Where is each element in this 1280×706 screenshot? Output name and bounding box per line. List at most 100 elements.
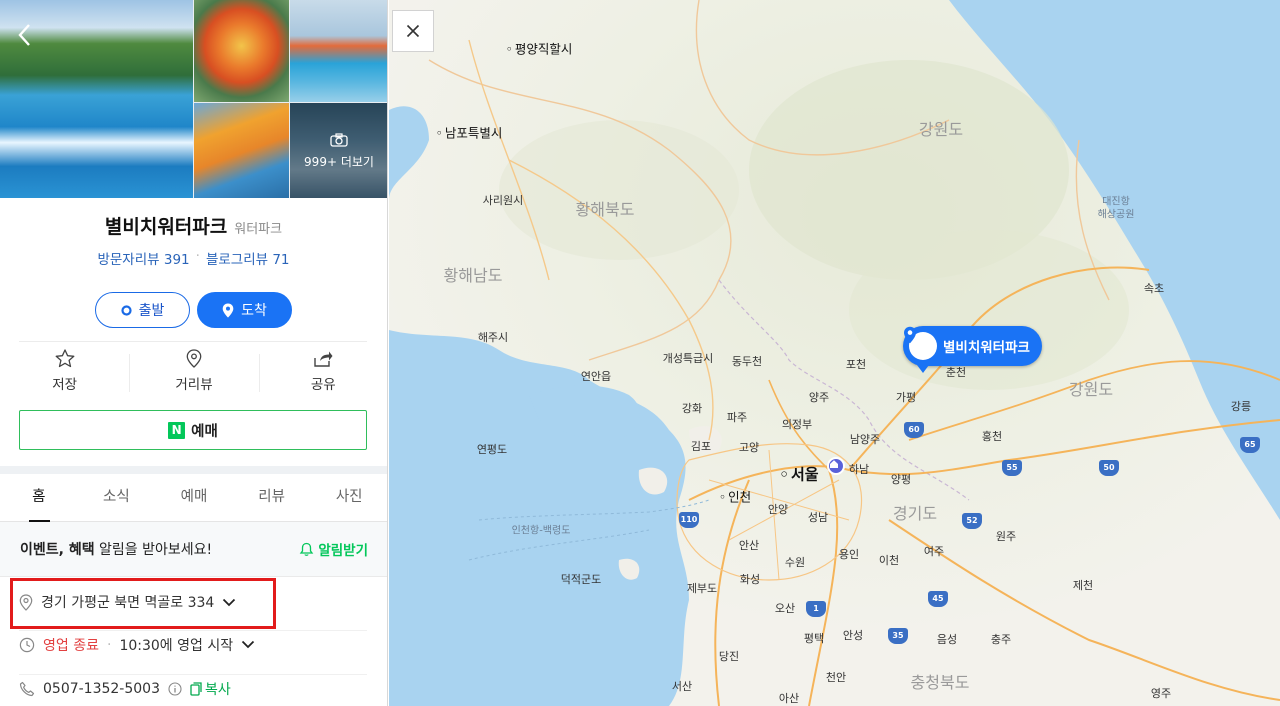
map-label-jecheon: 제천 <box>1072 579 1094 592</box>
map-label-icheon: 이천 <box>878 554 900 567</box>
start-button[interactable]: 출발 <box>95 292 190 328</box>
map-label-haeju: 해주시 <box>477 331 509 344</box>
location-pin-icon <box>904 326 916 344</box>
street-view-label: 거리뷰 <box>175 377 213 393</box>
close-button[interactable] <box>392 10 434 52</box>
map-label-suwon: 수원 <box>784 556 806 569</box>
start-label: 출발 <box>138 303 165 319</box>
map-label-paju: 파주 <box>726 411 748 424</box>
phone-row: 0507-1352-5003 복사 <box>19 674 367 702</box>
event-notice-banner: 이벤트, 혜택 알림을 받아보세요! 알림받기 <box>0 522 387 577</box>
phone-icon <box>19 681 35 696</box>
chevron-down-icon[interactable] <box>241 640 255 649</box>
map-label-gapyeong: 가평 <box>895 391 917 404</box>
map-label-gangwon-south: 강원도 <box>1068 380 1114 399</box>
map-label-hwanghae-south: 황해남도 <box>443 266 503 285</box>
origin-dot-icon <box>121 304 132 316</box>
map-label-yeoju: 여주 <box>923 545 945 558</box>
booking-label: 예매 <box>191 423 218 440</box>
place-marker[interactable]: 별비치워터파크 <box>903 326 1042 373</box>
photo-thumbnail[interactable] <box>194 103 289 198</box>
arrive-label: 도착 <box>241 303 267 319</box>
place-tabs: 홈 소식 예매 리뷰 사진 <box>0 474 387 522</box>
tab-reviews[interactable]: 리뷰 <box>233 474 311 521</box>
map-label-hwaseong: 화성 <box>739 573 761 586</box>
share-label: 공유 <box>310 376 336 393</box>
highway-shield: 55 <box>1002 460 1022 476</box>
place-header: 별비치워터파크 워터파크 방문자리뷰 391 · 블로그리뷰 71 <box>0 198 387 268</box>
copy-label: 복사 <box>205 681 231 698</box>
save-button[interactable]: 저장 <box>0 342 129 400</box>
hours-row[interactable]: 영업 종료 · 10:30에 영업 시작 <box>19 630 367 658</box>
photo-gallery: 999+ 더보기 <box>0 0 387 198</box>
street-view-button[interactable]: 거리뷰 <box>129 342 258 400</box>
tab-news[interactable]: 소식 <box>78 474 156 521</box>
copy-icon <box>190 681 202 696</box>
map-label-namyangju: 남양주 <box>849 433 881 446</box>
notify-button[interactable]: 알림받기 <box>299 539 368 559</box>
highway-shield: 65 <box>1240 437 1260 453</box>
visitor-reviews-link[interactable]: 방문자리뷰 391 <box>97 248 189 268</box>
map-label-yeonan: 연안읍 <box>580 370 612 383</box>
bell-icon <box>300 542 314 556</box>
photo-thumbnail[interactable] <box>194 0 289 102</box>
map-label-ferry-route: 인천항-백령도 <box>511 525 571 537</box>
map-label-anseong: 안성 <box>842 629 864 642</box>
map-label-sariwon: 사리원시 <box>482 194 524 207</box>
camera-icon <box>330 133 348 147</box>
highway-shield: 35 <box>888 628 908 644</box>
tab-booking[interactable]: 예매 <box>155 474 233 521</box>
location-pin-icon <box>222 303 234 317</box>
map-label-dangjin: 당진 <box>718 650 740 663</box>
copy-phone-button[interactable]: 복사 <box>190 679 231 699</box>
action-bar: 저장 거리뷰 공유 <box>0 342 387 400</box>
back-arrow-icon[interactable] <box>14 22 36 48</box>
close-icon <box>406 24 420 38</box>
map-label-gangwon-north: 강원도 <box>918 120 964 139</box>
map-canvas[interactable]: 평양직할시 남포특별시 사리원시 황해북도 황해남도 해주시 개성특급시 연안읍… <box>389 0 1280 706</box>
map-label-yangpyeong: 양평 <box>890 473 912 486</box>
section-divider <box>0 466 387 474</box>
map-base-layer <box>389 0 1280 706</box>
notice-bold: 이벤트, 혜택 <box>20 542 95 558</box>
map-label-yangju: 양주 <box>808 391 830 404</box>
highway-shield: 1 <box>806 601 826 617</box>
map-label-seongnam: 성남 <box>807 511 829 524</box>
place-name: 별비치워터파크 <box>104 216 228 238</box>
highway-shield: 60 <box>904 422 924 438</box>
photo-thumbnail[interactable] <box>290 0 387 102</box>
blog-reviews-link[interactable]: 블로그리뷰 71 <box>206 248 290 268</box>
map-label-gyeonggi: 경기도 <box>892 504 938 523</box>
map-label-gimpo: 김포 <box>690 440 712 453</box>
map-label-hanam: 하남 <box>848 463 870 476</box>
map-label-eumseong: 음성 <box>936 633 958 646</box>
tab-home[interactable]: 홈 <box>0 474 78 522</box>
map-label-seosan: 서산 <box>671 680 693 693</box>
separator: · <box>106 636 112 653</box>
place-marker-label: 별비치워터파크 <box>943 340 1030 356</box>
notice-rest: 알림을 받아보세요! <box>94 542 213 558</box>
map-label-ganghwa: 강화 <box>681 402 703 415</box>
map-label-yeonpyeong: 연평도 <box>476 443 508 456</box>
share-icon <box>314 351 333 367</box>
more-photos-label: 999+ 더보기 <box>304 155 374 169</box>
map-label-uijeongbu: 의정부 <box>781 418 813 431</box>
share-button[interactable]: 공유 <box>258 342 387 400</box>
clock-icon <box>19 637 35 652</box>
notify-label: 알림받기 <box>318 543 368 559</box>
map-label-gangneung: 강릉 <box>1230 400 1252 413</box>
arrive-button[interactable]: 도착 <box>197 292 292 328</box>
map-label-dongducheon: 동두천 <box>731 355 763 368</box>
map-label-goyang: 고양 <box>738 441 760 454</box>
highway-shield: 50 <box>1099 460 1119 476</box>
more-photos-button[interactable]: 999+ 더보기 <box>290 103 387 198</box>
home-location-marker[interactable] <box>827 457 845 475</box>
highlight-box <box>10 578 276 629</box>
map-label-chungbuk: 충청북도 <box>910 673 970 692</box>
place-detail-panel: 999+ 더보기 별비치워터파크 워터파크 방문자리뷰 391 · 블로그리뷰 … <box>0 0 388 706</box>
info-icon[interactable] <box>168 681 182 696</box>
booking-button[interactable]: N 예매 <box>19 410 367 450</box>
place-category: 워터파크 <box>234 222 283 237</box>
highway-shield: 45 <box>928 591 948 607</box>
tab-photos[interactable]: 사진 <box>310 474 387 521</box>
